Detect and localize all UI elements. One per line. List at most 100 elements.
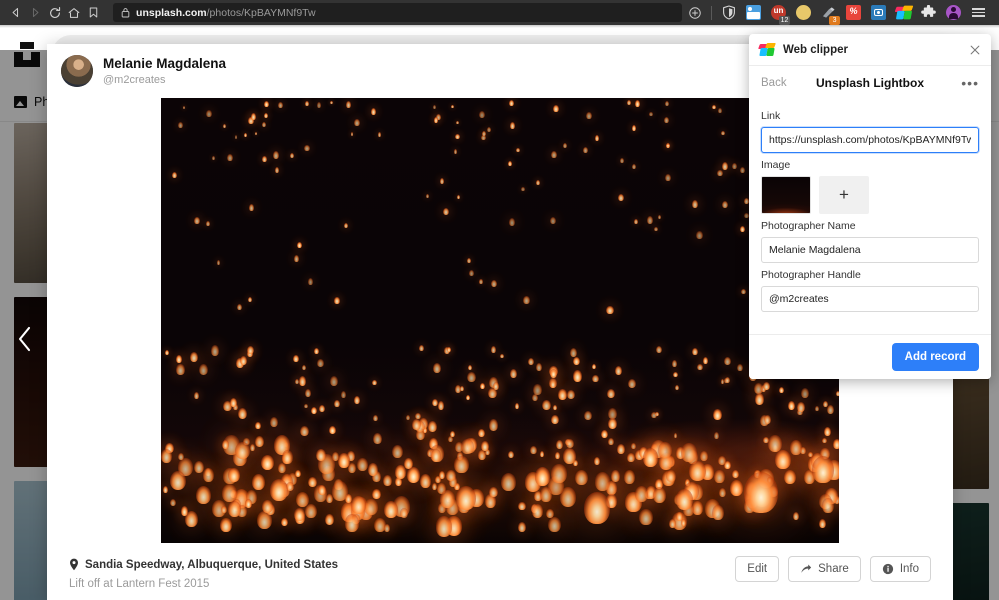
lantern-light <box>392 444 404 458</box>
lantern-light <box>608 417 618 430</box>
lantern-light <box>337 453 350 469</box>
lantern-light <box>456 194 460 199</box>
add-icon[interactable] <box>682 0 707 25</box>
lantern-light <box>330 375 339 386</box>
lantern-light <box>269 417 278 428</box>
lantern-light <box>372 379 377 385</box>
lantern-light <box>294 507 305 521</box>
lantern-light <box>517 521 526 532</box>
lantern-light <box>673 433 678 438</box>
edit-button-label: Edit <box>747 563 768 575</box>
toolbar-shadow <box>0 25 999 28</box>
lantern-light <box>608 438 614 446</box>
photographer-name[interactable]: Melanie Magdalena <box>103 56 226 72</box>
clipper-title: Web clipper <box>783 43 848 56</box>
photographer-handle[interactable]: @m2creates <box>103 73 226 87</box>
lightbox-photo[interactable] <box>161 98 839 543</box>
lantern-light <box>702 356 709 364</box>
lantern-light <box>719 487 727 497</box>
lantern-light <box>724 461 731 470</box>
lantern-light <box>753 382 763 394</box>
lantern-light <box>763 381 771 390</box>
add-record-button[interactable]: Add record <box>891 343 979 371</box>
lantern-light <box>293 255 300 263</box>
screenshot-extension-icon[interactable] <box>741 0 766 25</box>
puzzle-extensions-icon[interactable] <box>916 0 941 25</box>
lantern-light <box>563 142 568 148</box>
browser-toolbar: unsplash.com/photos/KpBAYMNf9Tw un 12 3 … <box>0 0 999 25</box>
close-icon[interactable] <box>969 44 981 56</box>
lantern-light <box>325 514 335 525</box>
lantern-light <box>370 108 377 115</box>
photographer-name-input[interactable] <box>761 237 979 263</box>
link-input[interactable] <box>761 127 979 153</box>
lantern-light <box>724 356 731 365</box>
lantern-light <box>619 158 624 163</box>
lantern-light <box>783 469 796 484</box>
lantern-light <box>754 393 765 405</box>
info-button[interactable]: Info <box>869 556 931 582</box>
brave-shield-icon[interactable] <box>716 0 741 25</box>
pen-extension-icon[interactable]: 3 <box>816 0 841 25</box>
lantern-light <box>654 226 658 232</box>
url-text: unsplash.com/photos/KpBAYMNf9Tw <box>136 7 316 19</box>
lantern-light <box>235 441 250 460</box>
lantern-light <box>585 111 592 119</box>
lantern-light <box>555 452 561 459</box>
lantern-light <box>743 197 749 204</box>
lantern-light <box>220 518 232 532</box>
toolbar-icons: un 12 3 % <box>682 0 993 25</box>
home-button[interactable] <box>64 0 83 25</box>
edit-button[interactable]: Edit <box>735 556 780 582</box>
browser-window: unsplash.com/photos/KpBAYMNf9Tw un 12 3 … <box>0 0 999 600</box>
lantern-light <box>548 516 561 533</box>
lightbox-footer: Sandia Speedway, Albuquerque, United Sta… <box>47 550 953 600</box>
lantern-light <box>551 463 567 483</box>
lantern-light <box>460 385 465 391</box>
lantern-light <box>205 110 212 117</box>
bookmark-button[interactable] <box>84 0 103 25</box>
lantern-light <box>797 402 806 413</box>
lantern-light <box>334 297 340 304</box>
back-button[interactable] <box>6 0 25 25</box>
lantern-light <box>282 450 294 464</box>
lantern-light <box>190 351 199 362</box>
lantern-light <box>530 445 537 454</box>
lantern-light <box>699 450 708 461</box>
coin-extension-icon[interactable] <box>791 0 816 25</box>
chevron-left-icon <box>18 326 31 352</box>
forward-button[interactable] <box>25 0 44 25</box>
lantern-light <box>372 489 381 500</box>
lantern-light <box>332 481 349 502</box>
lantern-light <box>775 449 791 469</box>
lantern-light <box>377 132 382 137</box>
clipper-form: Link Image + Photographer Name Photograp… <box>749 100 991 334</box>
lantern-light <box>344 514 359 532</box>
lantern-light <box>821 497 835 513</box>
add-image-button[interactable]: + <box>819 176 869 214</box>
lantern-light <box>725 376 731 383</box>
notes-extension-icon[interactable]: % <box>841 0 866 25</box>
profile-avatar-icon[interactable] <box>941 0 966 25</box>
airtable-clipper-icon[interactable] <box>891 0 916 25</box>
lantern-light <box>490 279 497 288</box>
lantern-light <box>373 415 379 421</box>
photographer-avatar[interactable] <box>61 55 93 87</box>
share-button[interactable]: Share <box>788 556 861 582</box>
lantern-light <box>666 469 676 482</box>
lantern-light <box>552 105 559 113</box>
lantern-light <box>446 469 457 482</box>
address-bar[interactable]: unsplash.com/photos/KpBAYMNf9Tw <box>113 3 683 22</box>
image-field-label: Image <box>761 159 791 171</box>
more-options-icon[interactable]: ••• <box>961 76 979 90</box>
back-link[interactable]: Back <box>761 77 787 89</box>
prev-photo-button[interactable] <box>12 322 38 356</box>
camera-extension-icon[interactable] <box>866 0 891 25</box>
menu-hamburger-icon[interactable] <box>966 0 991 25</box>
unread-extension-icon[interactable]: un 12 <box>766 0 791 25</box>
reload-button[interactable] <box>45 0 64 25</box>
photographer-handle-input[interactable] <box>761 286 979 312</box>
lantern-light <box>251 113 257 120</box>
lantern-light <box>161 448 173 463</box>
image-thumbnail[interactable] <box>761 176 811 214</box>
